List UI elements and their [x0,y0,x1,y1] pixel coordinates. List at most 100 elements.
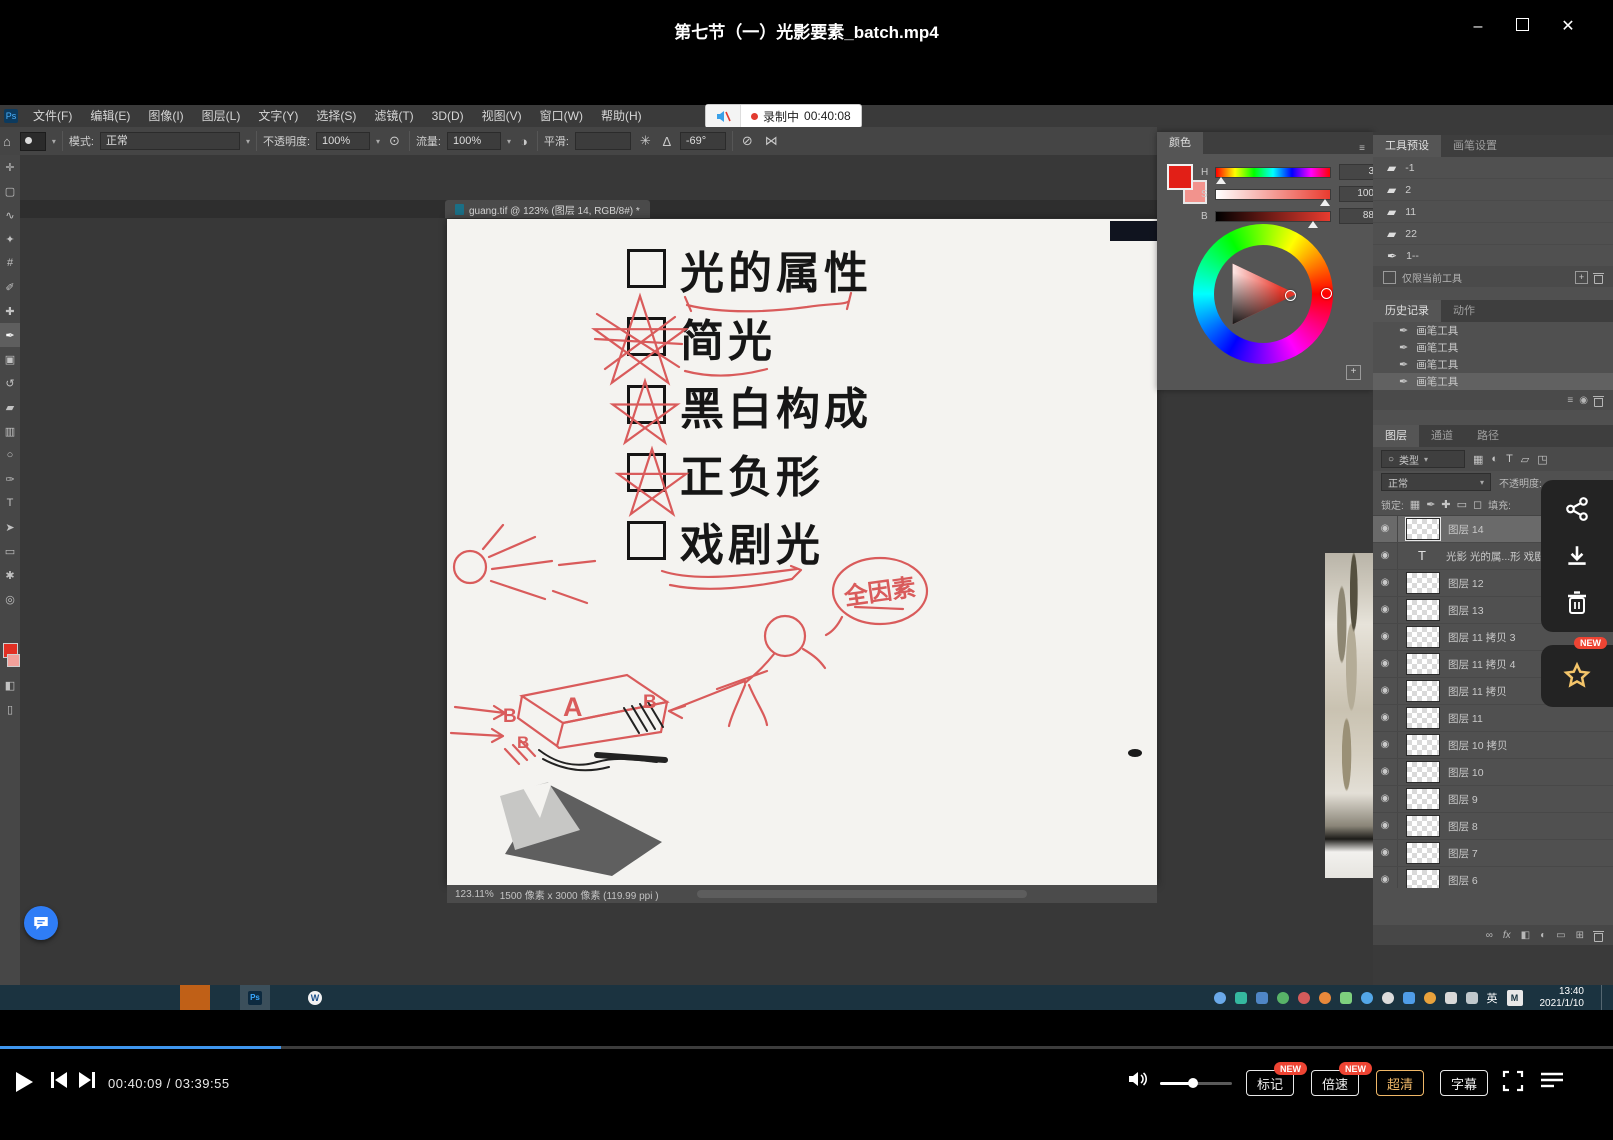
tab-tool-presets[interactable]: 工具预设 [1373,135,1441,157]
layer-visibility-icon[interactable]: ◉ [1373,597,1398,623]
zoom-level[interactable]: 123.11% [455,889,494,900]
layer-visibility-icon[interactable]: ◉ [1373,543,1398,569]
hand-tool[interactable]: ✱ [0,563,20,587]
tray-icon-9[interactable] [1382,992,1394,1004]
floating-pin-button[interactable]: NEW [1541,645,1613,707]
history-item[interactable]: ✒ 画笔工具 [1373,322,1613,339]
floating-chat-button[interactable] [24,906,58,940]
close-button[interactable]: ✕ [1553,14,1583,40]
adjustment-layer-icon[interactable]: ◐ [1540,930,1546,941]
history-item[interactable]: ✒ 画笔工具 [1373,356,1613,373]
angle-field[interactable]: -69° [680,132,726,150]
图层 10 拷贝[interactable]: ◉ 图层 10 拷贝 [1373,732,1613,759]
layer-group-icon[interactable]: ▭ [1556,930,1565,941]
layer-visibility-icon[interactable]: ◉ [1373,786,1398,812]
lock-transparent-icon[interactable]: ▦ [1410,498,1420,511]
foreground-swatch[interactable] [1167,164,1193,190]
图层 11[interactable]: ◉ 图层 11 [1373,705,1613,732]
quick-select-tool[interactable]: ✦ [0,227,20,251]
layer-visibility-icon[interactable]: ◉ [1373,678,1398,704]
delete-preset-icon[interactable] [1594,272,1603,283]
layer-thumbnail[interactable] [1406,815,1440,837]
show-desktop-button[interactable] [1601,985,1607,1010]
layer-visibility-icon[interactable]: ◉ [1373,813,1398,839]
filter-adjustment-icon[interactable]: ◐ [1491,453,1498,465]
layer-visibility-icon[interactable]: ◉ [1373,867,1398,888]
cortana-button[interactable] [60,985,90,1010]
triangle-marker[interactable] [1285,290,1296,301]
layer-thumbnail[interactable] [1406,734,1440,756]
layer-visibility-icon[interactable]: ◉ [1373,624,1398,650]
move-tool[interactable]: ✛ [0,155,20,179]
tool-preset-item[interactable]: ▰ -1 [1373,157,1613,179]
tab-actions[interactable]: 动作 [1441,300,1487,322]
layer-thumbnail[interactable] [1406,707,1440,729]
qq-app[interactable] [150,985,180,1010]
lock-move-icon[interactable]: ✚ [1441,498,1450,511]
play-button[interactable] [14,1070,34,1094]
input-language-indicator[interactable]: 英 [1487,990,1498,1006]
delete-state-icon[interactable] [1594,395,1603,406]
tool-preset-item[interactable]: ▰ 22 [1373,223,1613,245]
pressure-size-icon[interactable]: ⊘ [739,133,756,149]
eraser-tool[interactable]: ▰ [0,395,20,419]
delete-layer-icon[interactable] [1594,930,1603,941]
filter-pixel-icon[interactable]: ▦ [1473,453,1483,466]
layer-thumbnail[interactable] [1406,680,1440,702]
player-option-button[interactable]: 超清 [1376,1070,1424,1096]
menu-item[interactable]: 选择(S) [307,105,365,127]
add-swatch-icon[interactable]: + [1346,365,1361,380]
maximize-button[interactable] [1507,14,1537,40]
new-snapshot-icon[interactable]: ◉ [1579,395,1588,406]
layer-thumbnail[interactable] [1406,572,1440,594]
next-button[interactable] [78,1070,96,1090]
document-tab[interactable]: guang.tif @ 123% (图层 14, RGB/8#) * [445,200,650,218]
history-item[interactable]: ✒ 画笔工具 [1373,339,1613,356]
menu-item[interactable]: 编辑(E) [81,105,139,127]
brightness-slider[interactable] [1215,211,1331,222]
menu-item[interactable]: 文字(Y) [249,105,307,127]
menu-item[interactable]: 图层(L) [193,105,250,127]
layer-thumbnail[interactable] [1406,761,1440,783]
tray-icon-10[interactable] [1403,992,1415,1004]
layer-thumbnail[interactable] [1406,546,1438,566]
layer-visibility-icon[interactable]: ◉ [1373,759,1398,785]
tab-layers[interactable]: 图层 [1373,425,1419,447]
crop-tool[interactable]: # [0,251,20,275]
tray-icon-5[interactable] [1298,992,1310,1004]
lock-artboard-icon[interactable]: ▭ [1457,498,1467,511]
screen-mode-icon[interactable]: ▯ [0,697,20,721]
mode-select[interactable]: 正常 [100,132,240,150]
tab-color[interactable]: 颜色 [1157,132,1203,154]
layer-visibility-icon[interactable]: ◉ [1373,516,1398,542]
tray-icon-3[interactable] [1256,992,1268,1004]
volume-icon[interactable] [1128,1070,1148,1088]
lock-all-icon[interactable]: ◻ [1473,498,1482,511]
panel-menu-icon[interactable]: ≡ [1359,143,1373,154]
layer-visibility-icon[interactable]: ◉ [1373,570,1398,596]
record-indicator[interactable] [360,985,390,1010]
tab-history[interactable]: 历史记录 [1373,300,1441,322]
tray-icon-12[interactable] [1445,992,1457,1004]
healing-tool[interactable]: ✚ [0,299,20,323]
filter-smartobject-icon[interactable]: ◳ [1537,453,1547,466]
filter-shape-icon[interactable]: ▱ [1521,453,1529,466]
图层 8[interactable]: ◉ 图层 8 [1373,813,1613,840]
start-button[interactable] [0,985,30,1010]
menu-item[interactable]: 窗口(W) [531,105,592,127]
volume-knob[interactable] [1188,1078,1198,1088]
lock-paint-icon[interactable]: ✒ [1426,498,1435,511]
tab-channels[interactable]: 通道 [1419,425,1465,447]
word-app[interactable]: W [300,985,330,1010]
tray-icon-13[interactable] [1466,992,1478,1004]
file-explorer[interactable] [120,985,150,1010]
flow-field[interactable]: 100% [447,132,501,150]
color-wheel[interactable] [1193,224,1333,364]
marquee-tool[interactable]: ▢ [0,179,20,203]
layer-thumbnail[interactable] [1406,842,1440,864]
layer-visibility-icon[interactable]: ◉ [1373,651,1398,677]
quick-mask-icon[interactable]: ◧ [0,673,20,697]
hue-slider[interactable] [1215,167,1331,178]
eyedropper-tool[interactable]: ✐ [0,275,20,299]
photoshop-app[interactable]: Ps [240,985,270,1010]
